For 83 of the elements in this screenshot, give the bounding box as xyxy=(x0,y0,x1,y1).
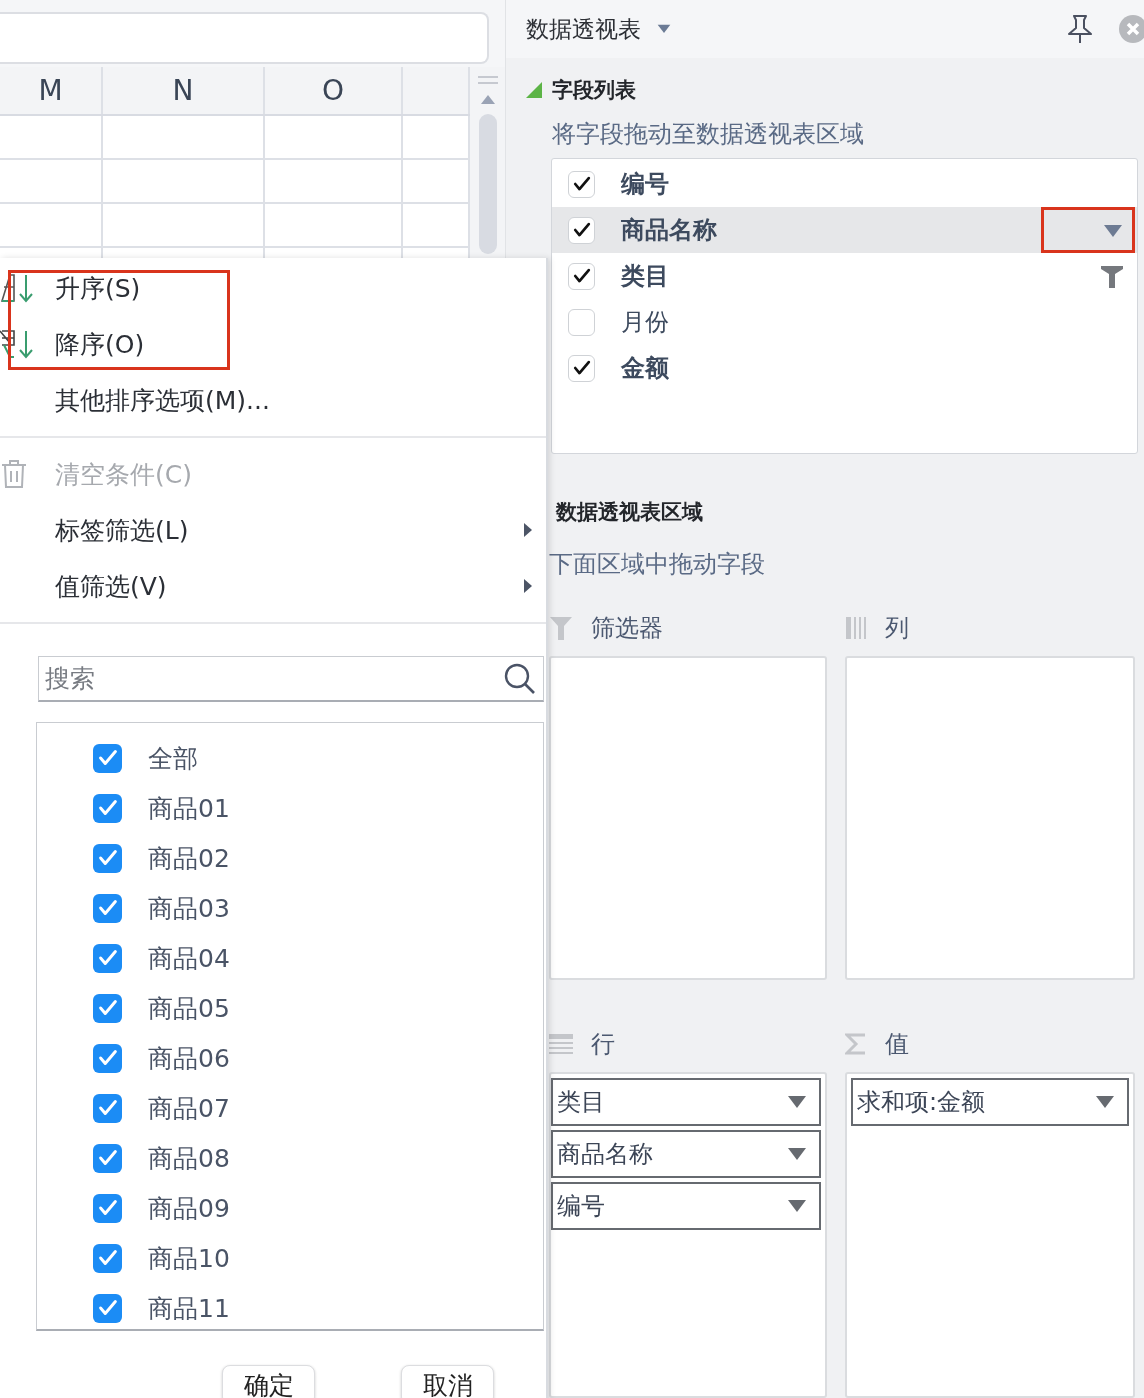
checkbox[interactable] xyxy=(93,993,122,1023)
value-item[interactable]: 全部 xyxy=(37,733,543,783)
scroll-up-icon[interactable] xyxy=(480,95,495,104)
section-title: 数据透视表区域 xyxy=(556,499,703,526)
area-label: 值 xyxy=(885,1029,909,1060)
formula-field[interactable] xyxy=(0,12,489,64)
checkbox[interactable] xyxy=(93,1293,122,1323)
search-field[interactable]: 搜索 xyxy=(38,656,544,702)
cancel-button[interactable]: 取消 xyxy=(401,1365,494,1398)
checkbox[interactable] xyxy=(568,216,595,244)
scrollbar-thumb[interactable] xyxy=(478,114,497,254)
column-header[interactable]: N xyxy=(103,67,265,114)
value-item[interactable]: 商品05 xyxy=(37,983,543,1033)
checkbox[interactable] xyxy=(568,354,595,382)
close-icon[interactable] xyxy=(1118,14,1144,45)
column-header[interactable]: O xyxy=(265,67,403,114)
dropdown-icon xyxy=(1103,224,1123,239)
field-chip[interactable]: 求和项:金额 xyxy=(851,1078,1129,1126)
dropdown-icon xyxy=(1095,1095,1115,1109)
field-item[interactable]: 金额 xyxy=(552,345,1137,392)
column-header[interactable]: M xyxy=(0,67,103,114)
value-item[interactable]: 商品06 xyxy=(37,1033,543,1083)
sigma-icon xyxy=(845,1033,867,1055)
value-item[interactable]: 商品01 xyxy=(37,783,543,833)
hint-text: 将字段拖动至数据透视表区域 xyxy=(552,119,864,151)
submenu-arrow-icon xyxy=(524,523,532,537)
checkbox[interactable] xyxy=(568,170,595,198)
checkbox[interactable] xyxy=(568,262,595,290)
checkbox[interactable] xyxy=(93,1143,122,1173)
checkbox[interactable] xyxy=(93,1243,122,1273)
columns-icon xyxy=(845,616,867,640)
area-label: 筛选器 xyxy=(591,613,663,644)
search-icon[interactable] xyxy=(504,663,536,695)
dropdown-icon xyxy=(787,1199,807,1213)
field-item[interactable]: 类目 xyxy=(552,253,1137,300)
panel-title: 数据透视表 xyxy=(526,14,641,44)
value-item[interactable]: 商品07 xyxy=(37,1083,543,1133)
field-item[interactable]: 月份 xyxy=(552,299,1137,346)
drop-area[interactable]: 类目 商品名称 编号 xyxy=(549,1072,827,1398)
checkbox[interactable] xyxy=(93,893,122,923)
value-item[interactable]: 商品11 xyxy=(37,1283,543,1329)
menu-item[interactable]: 升序(S) xyxy=(0,260,546,316)
dropdown-icon xyxy=(787,1147,807,1161)
checkbox[interactable] xyxy=(93,943,122,973)
hint-text: 下面区域中拖动字段 xyxy=(549,549,765,580)
value-item[interactable]: 商品02 xyxy=(37,833,543,883)
field-chip[interactable]: 商品名称 xyxy=(551,1130,821,1178)
checkbox[interactable] xyxy=(93,843,122,873)
menu-item[interactable]: 标签筛选(L) xyxy=(0,502,546,558)
ok-button[interactable]: 确定 xyxy=(222,1365,315,1398)
field-item[interactable]: 商品名称 xyxy=(552,207,1137,254)
field-chip[interactable]: 编号 xyxy=(551,1182,821,1230)
field-chip[interactable]: 类目 xyxy=(551,1078,821,1126)
dropdown-icon xyxy=(787,1095,807,1109)
area-label: 列 xyxy=(885,613,909,644)
checkbox[interactable] xyxy=(93,1193,122,1223)
menu-item[interactable]: 其他排序选项(M)... xyxy=(0,372,546,428)
sort-ascending-icon xyxy=(0,273,36,303)
pin-icon[interactable] xyxy=(1066,14,1094,45)
sort-descending-icon xyxy=(0,329,36,359)
rows-icon xyxy=(549,1033,573,1055)
expanded-triangle-icon[interactable] xyxy=(526,82,542,99)
menu-item[interactable]: 值筛选(V) xyxy=(0,558,546,614)
caret-icon xyxy=(657,24,671,35)
drop-area[interactable]: 求和项:金额 xyxy=(845,1072,1135,1398)
field-item[interactable]: 编号 xyxy=(552,161,1137,208)
section-title: 字段列表 xyxy=(552,77,636,105)
checkbox[interactable] xyxy=(93,793,122,823)
menu-item[interactable]: 降序(O) xyxy=(0,316,546,372)
split-handle-icon[interactable] xyxy=(477,75,498,85)
trash-icon xyxy=(0,459,28,489)
checkbox[interactable] xyxy=(568,308,595,336)
value-item[interactable]: 商品10 xyxy=(37,1233,543,1283)
checkbox[interactable] xyxy=(93,1043,122,1073)
value-item[interactable]: 商品03 xyxy=(37,883,543,933)
checkbox[interactable] xyxy=(93,1093,122,1123)
checkbox[interactable] xyxy=(93,743,122,773)
area-label: 行 xyxy=(591,1029,615,1060)
value-item[interactable]: 商品09 xyxy=(37,1183,543,1233)
value-item[interactable]: 商品04 xyxy=(37,933,543,983)
value-item[interactable]: 商品08 xyxy=(37,1133,543,1183)
submenu-arrow-icon xyxy=(524,579,532,593)
filter-icon[interactable] xyxy=(1101,264,1123,289)
